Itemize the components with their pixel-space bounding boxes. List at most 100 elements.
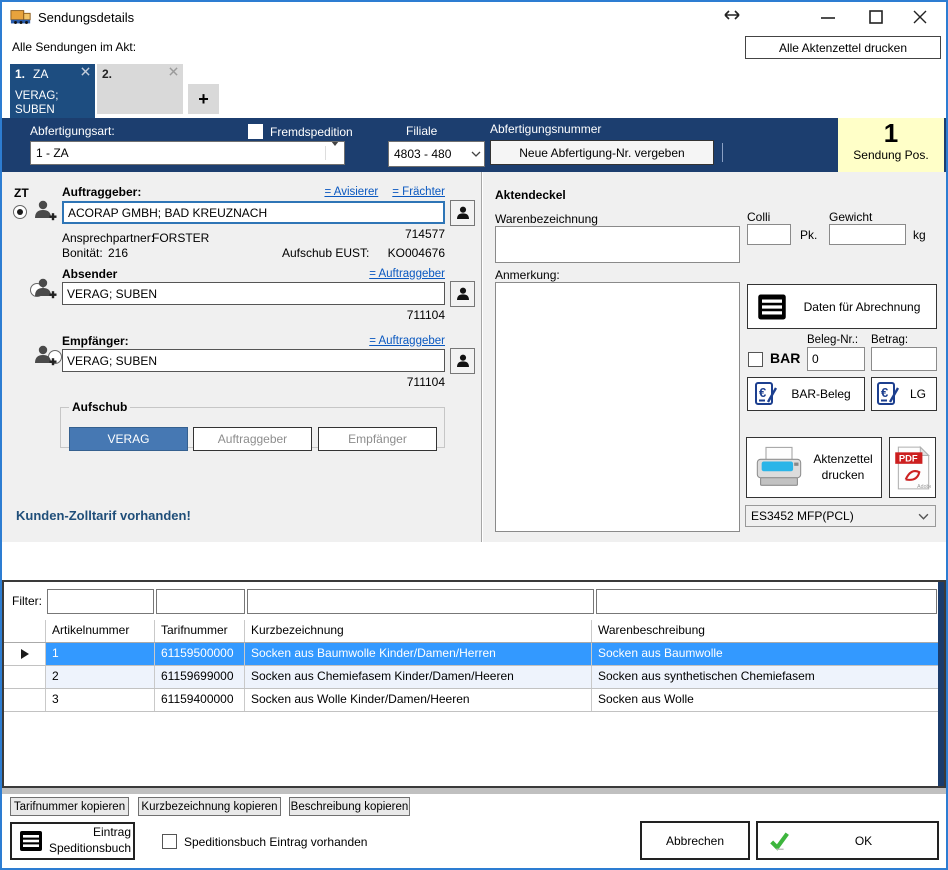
bar-label: BAR — [770, 350, 800, 366]
avisierer-link[interactable]: = Avisierer — [324, 186, 378, 198]
fraechter-link[interactable]: = Frächter — [392, 186, 445, 198]
speditionsbuch-checkbox-label: Speditionsbuch Eintrag vorhanden — [184, 835, 367, 849]
beleg-nr-input[interactable] — [807, 347, 865, 371]
colli-input[interactable] — [747, 224, 791, 245]
list-icon — [18, 829, 44, 853]
add-person-icon[interactable] — [33, 343, 57, 367]
warenbezeichnung-input[interactable] — [495, 226, 740, 263]
svg-text:Adobe: Adobe — [917, 483, 931, 489]
add-shipment-tab-button[interactable]: + — [188, 84, 219, 114]
cell-warenbeschreibung[interactable]: Socken aus synthetischen Chemiefasem — [592, 666, 938, 688]
eintrag-speditionsbuch-button[interactable]: Eintrag Speditionsbuch — [10, 822, 135, 860]
cell-kurzbezeichnung[interactable]: Socken aus Chemiefasem Kinder/Damen/Heer… — [245, 666, 592, 688]
ansprechpartner-label: Ansprechpartner: — [62, 231, 154, 245]
speditionsbuch-checkbox[interactable] — [162, 834, 177, 849]
close-tab2-icon[interactable] — [169, 67, 178, 76]
col-artikelnummer[interactable]: Artikelnummer — [46, 620, 155, 642]
cell-artikelnummer[interactable]: 2 — [46, 666, 155, 688]
filiale-value: 4803 - 480 — [389, 147, 468, 161]
minimize-icon[interactable] — [820, 16, 836, 20]
cell-kurzbezeichnung[interactable]: Socken aus Wolle Kinder/Damen/Heeren — [245, 689, 592, 711]
aufschub-empfaenger-button[interactable]: Empfänger — [318, 427, 437, 451]
cell-warenbeschreibung[interactable]: Socken aus Wolle — [592, 689, 938, 711]
sendung-pos-label: Sendung Pos. — [838, 148, 944, 162]
abbrechen-button[interactable]: Abbrechen — [640, 821, 750, 860]
cell-warenbeschreibung[interactable]: Socken aus Baumwolle — [592, 643, 938, 665]
cell-tarifnummer[interactable]: 61159500000 — [155, 643, 245, 665]
pk-label: Pk. — [800, 228, 817, 242]
maximize-icon[interactable] — [868, 9, 884, 25]
close-tab1-icon[interactable] — [81, 67, 90, 76]
ok-button[interactable]: OK — [756, 821, 939, 860]
filter-kurzbezeichnung-input[interactable] — [247, 589, 594, 614]
col-kurzbezeichnung[interactable]: Kurzbezeichnung — [245, 620, 592, 642]
cell-tarifnummer[interactable]: 61159400000 — [155, 689, 245, 711]
parties-panel: ZT Auftraggeber: = Avisierer = Frächter … — [2, 172, 482, 542]
aktenzettel-drucken-button[interactable]: Aktenzettel drucken — [746, 437, 882, 498]
tab1-subtitle: VERAG; SUBEN — [15, 90, 73, 118]
abfertigungsnummer-label: Abfertigungsnummer — [490, 122, 601, 136]
filter-warenbeschreibung-input[interactable] — [596, 589, 937, 614]
euro-receipt-icon: € — [876, 381, 900, 407]
abfertigungsart-select[interactable]: 1 - ZA — [30, 141, 345, 165]
absender-input[interactable] — [62, 282, 445, 305]
auftraggeber-input[interactable] — [62, 201, 445, 224]
fremdspedition-label: Fremdspedition — [270, 125, 353, 139]
resize-icon[interactable] — [722, 9, 742, 21]
cell-kurzbezeichnung[interactable]: Socken aus Baumwolle Kinder/Damen/Herren — [245, 643, 592, 665]
copy-kurzbezeichnung-button[interactable]: Kurzbezeichnung kopieren — [138, 797, 281, 816]
anmerkung-label: Anmerkung: — [495, 268, 560, 282]
filter-tarifnummer-input[interactable] — [156, 589, 245, 614]
empfaenger-input[interactable] — [62, 349, 445, 372]
cell-artikelnummer[interactable]: 3 — [46, 689, 155, 711]
add-person-icon[interactable] — [33, 276, 57, 300]
empfaenger-person-button[interactable] — [450, 348, 475, 374]
filter-artikelnummer-input[interactable] — [47, 589, 154, 614]
betrag-input[interactable] — [871, 347, 937, 371]
close-icon[interactable] — [912, 9, 928, 25]
chevron-down-icon — [912, 513, 935, 520]
zt-radio-auftraggeber[interactable] — [13, 205, 27, 219]
add-person-icon[interactable] — [33, 198, 57, 222]
tab-shipment-2[interactable]: 2. — [97, 64, 183, 114]
cell-artikelnummer[interactable]: 1 — [46, 643, 155, 665]
print-all-aktenzettel-button[interactable]: Alle Aktenzettel drucken — [745, 36, 941, 59]
daten-abrechnung-button[interactable]: Daten für Abrechnung — [747, 284, 937, 329]
absender-auftraggeber-link[interactable]: = Auftraggeber — [369, 268, 445, 280]
copy-beschreibung-button[interactable]: Beschreibung kopieren — [289, 797, 410, 816]
absender-person-button[interactable] — [450, 281, 475, 307]
cell-tarifnummer[interactable]: 61159699000 — [155, 666, 245, 688]
pdf-button[interactable]: PDF Adobe — [889, 437, 936, 498]
col-tarifnummer[interactable]: Tarifnummer — [155, 620, 245, 642]
copy-tarifnummer-button[interactable]: Tarifnummer kopieren — [10, 797, 129, 816]
filiale-label: Filiale — [406, 124, 437, 138]
empfaenger-auftraggeber-link[interactable]: = Auftraggeber — [369, 335, 445, 347]
anmerkung-textarea[interactable] — [495, 282, 740, 532]
table-scrollbar[interactable] — [938, 582, 944, 786]
col-warenbeschreibung[interactable]: Warenbeschreibung — [592, 620, 938, 642]
positions-grid: Artikelnummer Tarifnummer Kurzbezeichnun… — [4, 620, 938, 712]
table-row[interactable]: 1 61159500000 Socken aus Baumwolle Kinde… — [4, 643, 938, 666]
gewicht-input[interactable] — [829, 224, 906, 245]
empfaenger-label: Empfänger: — [62, 334, 129, 348]
aufschub-verag-button[interactable]: VERAG — [69, 427, 188, 451]
neue-abfertigung-button[interactable]: Neue Abfertigung-Nr. vergeben — [490, 140, 714, 165]
table-row[interactable]: 2 61159699000 Socken aus Chemiefasem Kin… — [4, 666, 938, 689]
bar-checkbox[interactable] — [748, 352, 763, 367]
tab-shipment-1[interactable]: 1. ZA VERAG; SUBEN — [10, 64, 95, 118]
ok-label: OK — [790, 834, 937, 848]
filiale-select[interactable]: 4803 - 480 — [388, 141, 485, 167]
table-row[interactable]: 3 61159400000 Socken aus Wolle Kinder/Da… — [4, 689, 938, 712]
bar-beleg-button[interactable]: € BAR-Beleg — [747, 377, 865, 411]
empfaenger-number: 711104 — [372, 375, 445, 389]
empfaenger-header: Empfänger: = Auftraggeber — [62, 334, 445, 348]
lg-button[interactable]: € LG — [871, 377, 937, 411]
fremdspedition-checkbox[interactable] — [248, 124, 263, 139]
zt-label: ZT — [14, 186, 29, 200]
auftraggeber-person-button[interactable] — [450, 200, 475, 226]
svg-text:PDF: PDF — [898, 452, 917, 463]
printer-select[interactable]: ES3452 MFP(PCL) — [745, 505, 936, 527]
check-icon — [768, 830, 790, 852]
aufschub-auftraggeber-button[interactable]: Auftraggeber — [193, 427, 312, 451]
colli-label: Colli — [747, 210, 770, 224]
